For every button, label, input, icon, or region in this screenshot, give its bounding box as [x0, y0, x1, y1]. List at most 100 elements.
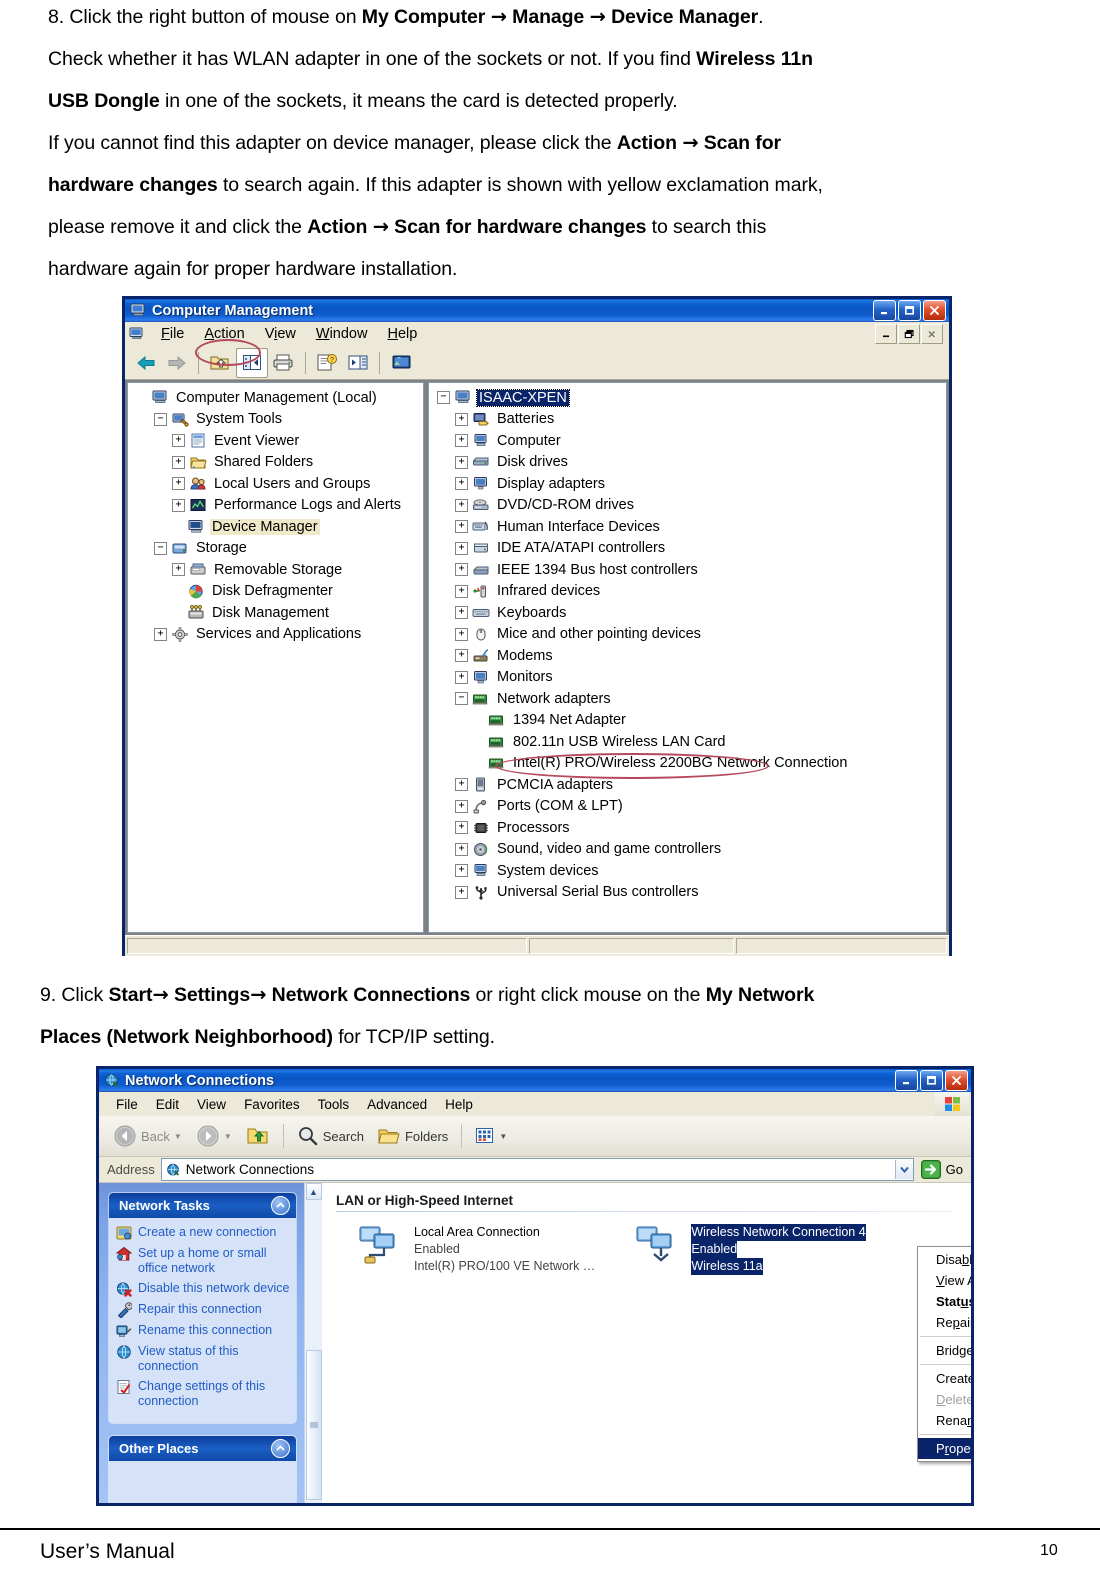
content-vertical-scrollbar[interactable]: ▲	[304, 1183, 322, 1503]
minimize-icon[interactable]	[873, 300, 896, 321]
tree-node[interactable]: + Monitors	[429, 667, 946, 689]
menu-view[interactable]: View	[188, 1097, 235, 1112]
expand-plus-icon[interactable]: +	[455, 799, 468, 813]
context-menu-item[interactable]: View Available Wireless Networks	[918, 1270, 971, 1291]
connection-item[interactable]: Local Area Connection Enabled Intel(R) PRO…	[358, 1224, 595, 1275]
context-menu-item[interactable]: Bridge Connections	[918, 1340, 971, 1361]
tree-node[interactable]: + Ports (COM & LPT)	[429, 796, 946, 818]
tree-node[interactable]: + IDE ATA/ATAPI controllers	[429, 538, 946, 560]
expand-plus-icon[interactable]: +	[172, 477, 185, 491]
export-list-icon[interactable]	[343, 349, 373, 377]
expand-plus-icon[interactable]: +	[455, 477, 468, 491]
tree-node[interactable]: − Storage	[128, 538, 423, 560]
connection-context-menu[interactable]: DisableView Available Wireless NetworksS…	[917, 1246, 971, 1462]
network-task-item[interactable]: Repair this connection	[116, 1302, 290, 1319]
expand-plus-icon[interactable]: +	[172, 498, 185, 512]
collapse-minus-icon[interactable]: −	[154, 412, 167, 426]
expand-plus-icon[interactable]: +	[455, 842, 468, 856]
tree-node[interactable]: + Shared Folders	[128, 452, 423, 474]
expand-plus-icon[interactable]: +	[455, 584, 468, 598]
network-task-item[interactable]: Disable this network device	[116, 1281, 290, 1297]
expand-plus-icon[interactable]: +	[455, 434, 468, 448]
tree-node[interactable]: + Keyboards	[429, 602, 946, 624]
expand-plus-icon[interactable]: +	[172, 434, 185, 448]
forward-dropdown-icon[interactable]: ▼	[224, 1132, 232, 1141]
minimize-icon[interactable]	[895, 1070, 918, 1091]
expand-plus-icon[interactable]: +	[154, 627, 167, 641]
mdi-minimize-icon[interactable]	[875, 324, 897, 344]
context-menu-item[interactable]: Repair	[918, 1312, 971, 1333]
tree-node[interactable]: + System devices	[429, 860, 946, 882]
connection-item[interactable]: Wireless Network Connection 4 Enabled Wire…	[635, 1224, 866, 1275]
scroll-track[interactable]	[305, 1200, 322, 1503]
chevron-up-icon[interactable]	[271, 1439, 290, 1458]
tree-node[interactable]: − ISAAC-XPEN	[429, 387, 946, 409]
tree-node[interactable]: Device Manager	[128, 516, 423, 538]
tree-node[interactable]: + Universal Serial Bus controllers	[429, 882, 946, 904]
tree-node[interactable]: + Display adapters	[429, 473, 946, 495]
expand-plus-icon[interactable]: +	[455, 498, 468, 512]
tree-node[interactable]: + Sound, video and game controllers	[429, 839, 946, 861]
tree-node[interactable]: Computer Management (Local)	[128, 387, 423, 409]
tree-node[interactable]: + Performance Logs and Alerts	[128, 495, 423, 517]
network-connections-menu-bar[interactable]: File Edit View Favorites Tools Advanced Help	[99, 1092, 971, 1116]
search-button[interactable]: Search	[291, 1120, 370, 1152]
print-icon[interactable]	[269, 349, 299, 377]
menu-favorites[interactable]: Favorites	[235, 1097, 309, 1112]
network-task-item[interactable]: Change settings of this connection	[116, 1379, 290, 1409]
address-input[interactable]: Network Connections	[160, 1158, 914, 1181]
expand-plus-icon[interactable]: +	[455, 606, 468, 620]
tree-node[interactable]: 1394 Net Adapter	[429, 710, 946, 732]
collapse-minus-icon[interactable]: −	[437, 391, 450, 405]
network-task-item[interactable]: Set up a home or small office network	[115, 1246, 290, 1276]
network-tasks-header[interactable]: Network Tasks	[109, 1193, 296, 1218]
up-button[interactable]	[240, 1120, 276, 1152]
tree-node[interactable]: + DVD/CD-ROM drives	[429, 495, 946, 517]
scroll-up-icon[interactable]: ▲	[305, 1183, 322, 1200]
close-icon[interactable]	[945, 1070, 968, 1091]
context-menu-item[interactable]: Properties	[918, 1438, 971, 1459]
expand-plus-icon[interactable]: +	[455, 778, 468, 792]
tree-node[interactable]: + Mice and other pointing devices	[429, 624, 946, 646]
tree-node[interactable]: + Human Interface Devices	[429, 516, 946, 538]
go-button[interactable]: Go	[920, 1159, 971, 1180]
expand-plus-icon[interactable]: +	[455, 649, 468, 663]
context-menu-item[interactable]: Rename	[918, 1410, 971, 1431]
help-topics-icon[interactable]	[386, 349, 416, 377]
forward-icon[interactable]	[162, 349, 192, 377]
menu-edit[interactable]: Edit	[147, 1097, 188, 1112]
tree-node[interactable]: + Disk drives	[429, 452, 946, 474]
scroll-thumb[interactable]	[305, 1350, 322, 1500]
tree-node[interactable]: + Event Viewer	[128, 430, 423, 452]
network-connections-toolbar[interactable]: Back ▼ ▼ Search Folders ▼	[99, 1116, 971, 1157]
menu-file[interactable]: File	[107, 1097, 147, 1112]
tree-node[interactable]: 802.11n USB Wireless LAN Card	[429, 731, 946, 753]
menu-file[interactable]: File	[151, 326, 194, 342]
menu-view[interactable]: View	[255, 326, 306, 342]
back-button[interactable]: Back ▼	[107, 1120, 188, 1152]
address-bar[interactable]: Address Network Connections Go	[99, 1157, 971, 1183]
properties-icon[interactable]: ?	[312, 349, 342, 377]
chevron-up-icon[interactable]	[271, 1196, 290, 1215]
network-task-item[interactable]: Create a new connection	[116, 1225, 290, 1241]
network-task-item[interactable]: Rename this connection	[116, 1323, 290, 1339]
expand-plus-icon[interactable]: +	[455, 821, 468, 835]
views-dropdown-icon[interactable]: ▼	[499, 1132, 507, 1141]
expand-plus-icon[interactable]: +	[455, 670, 468, 684]
context-menu-item[interactable]: Create Shortcut	[918, 1368, 971, 1389]
maximize-icon[interactable]	[920, 1070, 943, 1091]
tree-node[interactable]: − Network adapters	[429, 688, 946, 710]
tree-node[interactable]: + Modems	[429, 645, 946, 667]
expand-plus-icon[interactable]: +	[172, 563, 185, 577]
menu-help[interactable]: Help	[436, 1097, 482, 1112]
tree-node[interactable]: + Services and Applications	[128, 624, 423, 646]
menu-advanced[interactable]: Advanced	[358, 1097, 436, 1112]
views-button[interactable]: ▼	[469, 1120, 513, 1152]
device-manager-pane[interactable]: − ISAAC-XPEN + Batteries + Computer + Disk driv…	[428, 382, 947, 933]
tree-node[interactable]: + Removable Storage	[128, 559, 423, 581]
expand-plus-icon[interactable]: +	[455, 864, 468, 878]
tree-node[interactable]: + Processors	[429, 817, 946, 839]
expand-plus-icon[interactable]: +	[455, 563, 468, 577]
tree-node[interactable]: + IEEE 1394 Bus host controllers	[429, 559, 946, 581]
expand-plus-icon[interactable]: +	[455, 455, 468, 469]
